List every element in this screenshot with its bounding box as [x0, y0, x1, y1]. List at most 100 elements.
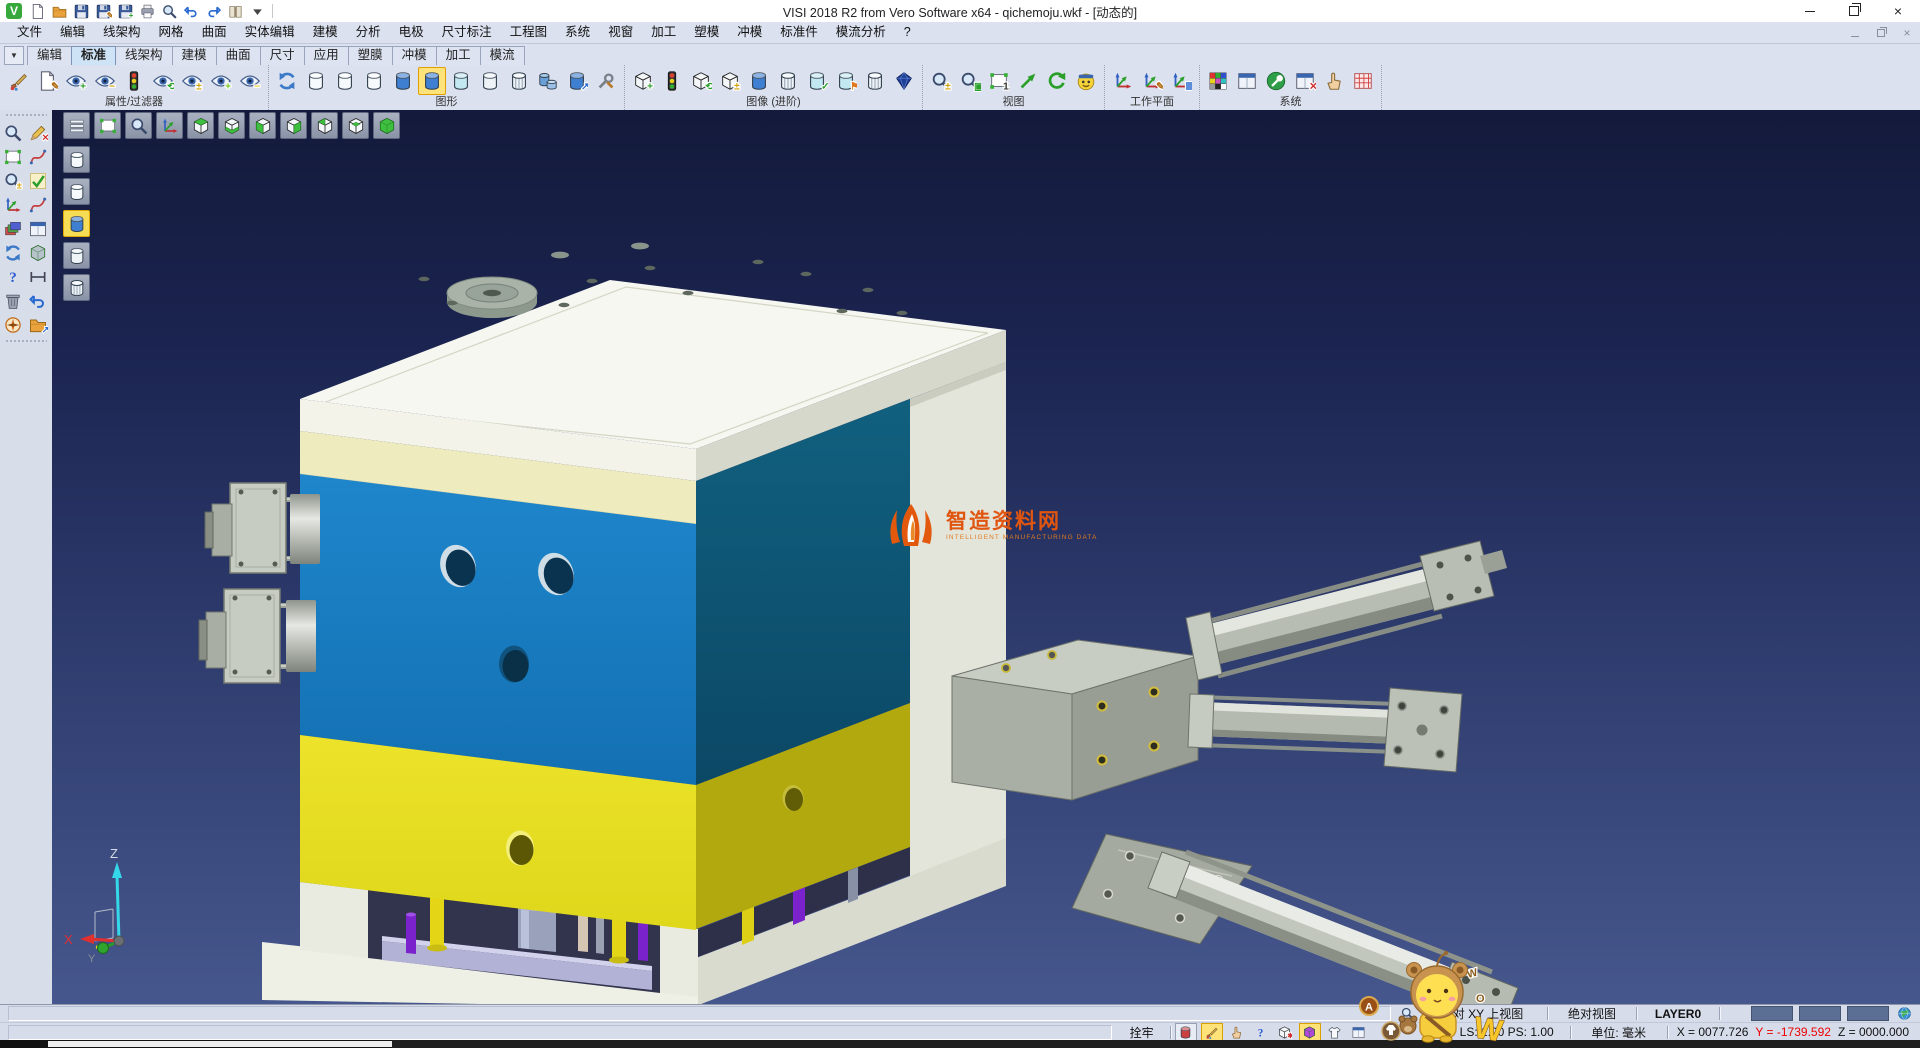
menu-item-工程图[interactable]: 工程图 [501, 22, 557, 43]
undo-action-icon[interactable] [27, 289, 50, 312]
confirm-check-icon[interactable] [27, 169, 50, 192]
show-entities-icon[interactable]: + [62, 67, 90, 95]
visibility-plus-minus-icon[interactable]: ± [178, 67, 206, 95]
zoom-plus-minus-icon[interactable]: ± [2, 169, 25, 192]
tab-建模[interactable]: 建模 [172, 46, 217, 65]
view-shaded-button[interactable] [373, 112, 400, 139]
status-color-swatch[interactable] [1799, 1006, 1841, 1021]
frame-select-icon[interactable] [2, 145, 25, 168]
new-file-icon[interactable] [28, 2, 47, 21]
attribute-page-icon[interactable]: ✎ [33, 67, 61, 95]
tab-模流[interactable]: 模流 [480, 46, 525, 65]
zoom-extents-icon[interactable]: 1:1 [985, 67, 1013, 95]
menu-item-模流分析[interactable]: 模流分析 [827, 22, 895, 43]
save-file-icon[interactable] [72, 2, 91, 21]
zoom-in-out-icon[interactable]: ± [927, 67, 955, 95]
triad-toggle-button[interactable] [156, 112, 183, 139]
compass-tool-icon[interactable] [2, 313, 25, 336]
curve-sketch-icon[interactable] [27, 193, 50, 216]
menu-item-分析[interactable]: 分析 [347, 22, 390, 43]
menu-item-文件[interactable]: 文件 [8, 22, 51, 43]
layer-palette-icon[interactable] [2, 217, 25, 240]
zoom-fit-button[interactable] [94, 112, 121, 139]
sketch-delete-icon[interactable]: ✕ [27, 121, 50, 144]
measure-tool-icon[interactable] [27, 265, 50, 288]
tab-曲面[interactable]: 曲面 [216, 46, 261, 65]
render-hidden-button[interactable] [63, 178, 90, 205]
multi-shade-icon[interactable] [534, 67, 562, 95]
filter-manager-icon[interactable] [120, 67, 148, 95]
menu-item-标准件[interactable]: 标准件 [771, 22, 827, 43]
render-flat-button[interactable] [63, 242, 90, 269]
add-to-view-icon[interactable]: + [207, 67, 235, 95]
shade-flag-icon[interactable]: ⚑ [832, 67, 860, 95]
render-wireframe-button[interactable] [63, 146, 90, 173]
wire-cylinder-view-icon[interactable] [505, 67, 533, 95]
tab-标准[interactable]: 标准 [71, 46, 116, 65]
menu-item-视窗[interactable]: 视窗 [599, 22, 642, 43]
menu-item-尺寸标注[interactable]: 尺寸标注 [433, 22, 501, 43]
help-question-icon[interactable] [2, 265, 25, 288]
print-preview-icon[interactable] [160, 2, 179, 21]
menu-item-?[interactable]: ? [895, 22, 920, 43]
window-close-icon[interactable]: ✕ [1291, 67, 1319, 95]
status-search-icon[interactable] [1399, 1006, 1415, 1022]
view-refresh-icon[interactable]: ⟲ [687, 67, 715, 95]
tab-冲模[interactable]: 冲模 [392, 46, 437, 65]
mdi-minimize-button[interactable] [1848, 26, 1862, 40]
menu-item-电极[interactable]: 电极 [390, 22, 433, 43]
status-shirt-icon[interactable] [1325, 1024, 1345, 1040]
view-plus-minus-icon[interactable]: ± [716, 67, 744, 95]
status-pick-hand-icon[interactable] [1227, 1024, 1247, 1040]
menu-item-塑模[interactable]: 塑模 [685, 22, 728, 43]
workplane-set-icon[interactable] [1109, 67, 1137, 95]
undo-icon[interactable] [182, 2, 201, 21]
workplane-list-icon[interactable]: ≣ [1167, 67, 1195, 95]
zoom-window-icon[interactable]: ▣ [956, 67, 984, 95]
view-iso-button[interactable] [342, 112, 369, 139]
menu-item-线架构[interactable]: 线架构 [94, 22, 150, 43]
wireframe-shade-icon[interactable] [302, 67, 330, 95]
shade-solid-icon[interactable] [745, 67, 773, 95]
modify-attributes-icon[interactable] [4, 67, 32, 95]
zoom-dynamic-button[interactable] [125, 112, 152, 139]
system-settings-icon[interactable] [1262, 67, 1290, 95]
hidden-line-shade-icon[interactable] [331, 67, 359, 95]
print-icon[interactable] [138, 2, 157, 21]
curve-edit-icon[interactable] [27, 145, 50, 168]
view-add-icon[interactable]: + [629, 67, 657, 95]
status-search-area[interactable] [1397, 1006, 1417, 1022]
shaded-view-icon[interactable] [389, 67, 417, 95]
selection-hand-icon[interactable] [1320, 67, 1348, 95]
view-eye-icon[interactable] [1072, 67, 1100, 95]
tab-塑膜[interactable]: 塑膜 [348, 46, 393, 65]
shade-wire-icon[interactable] [861, 67, 889, 95]
gem-view-icon[interactable] [890, 67, 918, 95]
render-wire-button[interactable] [63, 274, 90, 301]
menu-item-加工[interactable]: 加工 [642, 22, 685, 43]
menu-item-冲模[interactable]: 冲模 [728, 22, 771, 43]
pan-view-icon[interactable] [1014, 67, 1042, 95]
status-view-mode[interactable]: 绝对视图 [1550, 1005, 1634, 1022]
view-right-button[interactable] [280, 112, 307, 139]
delete-trash-icon[interactable] [2, 289, 25, 312]
status-view-label[interactable]: 绝对 XY 上视图 [1419, 1005, 1545, 1022]
viewport-3d[interactable] [52, 110, 1920, 1004]
tab-dropdown-button[interactable]: ▼ [4, 46, 24, 65]
status-units-label[interactable]: 单位: 毫米 [1573, 1024, 1665, 1041]
ucs-move-icon[interactable] [2, 193, 25, 216]
render-shaded-button[interactable] [63, 210, 90, 237]
zoom-select-icon[interactable] [2, 121, 25, 144]
redraw-icon[interactable] [273, 67, 301, 95]
status-color-swatch[interactable] [1751, 1006, 1793, 1021]
color-table-icon[interactable] [1204, 67, 1232, 95]
quick-access-dropdown-icon[interactable] [248, 2, 267, 21]
graphics-options-icon[interactable] [592, 67, 620, 95]
import-folder-icon[interactable]: ↗ [27, 313, 50, 336]
shade-check-icon[interactable]: ✓ [803, 67, 831, 95]
status-layer-name[interactable]: LAYER0 [1639, 1007, 1717, 1021]
refresh-visibility-icon[interactable]: ⟲ [149, 67, 177, 95]
redo-icon[interactable] [204, 2, 223, 21]
minimize-button[interactable] [1788, 0, 1832, 22]
status-globe-icon[interactable] [1896, 1006, 1912, 1022]
